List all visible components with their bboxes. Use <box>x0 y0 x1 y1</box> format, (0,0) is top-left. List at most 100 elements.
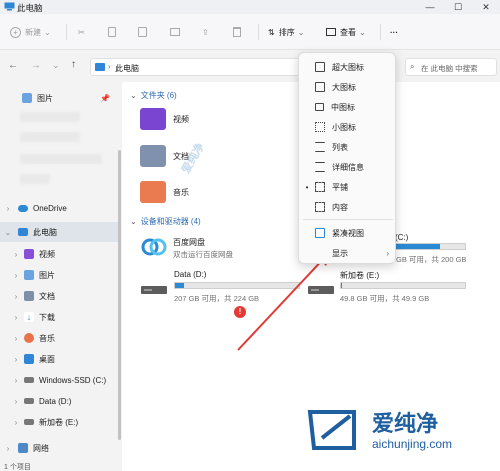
menu-item-tiles[interactable]: • 平铺 <box>299 177 397 197</box>
sidebar-item-onedrive[interactable]: › OneDrive <box>0 198 118 218</box>
devices-group-header[interactable]: ⌄ 设备和驱动器 (4) <box>130 216 201 227</box>
share-icon: ⇪ <box>202 27 209 37</box>
chevron-down-icon: ⌄ <box>4 227 12 237</box>
paste-icon <box>138 27 147 37</box>
minimize-button[interactable]: — <box>416 0 444 14</box>
window-icon <box>315 103 324 111</box>
new-button[interactable]: + 新建 ⌄ <box>10 20 51 44</box>
d-drive-usage-fill <box>175 283 185 288</box>
sidebar-item-label: Data (D:) <box>39 396 72 406</box>
tiles-icon <box>315 182 325 192</box>
view-menu: 超大图标 大图标 中图标 小图标 列表 详细信息 • 平铺 内容 紧凑视图 显示… <box>298 52 396 264</box>
address-bar[interactable]: › 此电脑 <box>90 58 300 76</box>
d-drive-icon[interactable] <box>140 283 168 297</box>
folder-label: 视频 <box>173 114 189 124</box>
e-drive-usage-bar <box>340 282 466 289</box>
menu-item-extra-large-icons[interactable]: 超大图标 <box>299 57 397 77</box>
menu-item-small-icons[interactable]: 小图标 <box>299 117 397 137</box>
menu-item-large-icons[interactable]: 大图标 <box>299 77 397 97</box>
share-button[interactable]: ⇪ <box>202 20 209 44</box>
folders-group-header[interactable]: ⌄ 文件夹 (6) <box>130 90 177 101</box>
chevron-right-icon: › <box>14 270 18 280</box>
sidebar-scrollbar[interactable] <box>118 150 121 440</box>
baidu-name[interactable]: 百度网盘 <box>173 237 205 248</box>
back-arrow-icon[interactable]: ← <box>8 60 18 71</box>
folder-music[interactable]: 音乐 <box>140 181 189 203</box>
download-icon: ↓ <box>24 312 34 322</box>
watermark-logo: 爱纯净 aichunjing.com <box>300 400 500 460</box>
d-drive-name[interactable]: Data (D:) <box>174 270 206 279</box>
sidebar-item-label: 网络 <box>33 443 49 453</box>
chevron-right-icon: › <box>14 417 18 427</box>
folder-videos[interactable]: 视频 <box>140 108 189 130</box>
copy-button[interactable] <box>108 20 116 44</box>
chevron-down-icon: ⌄ <box>44 27 51 37</box>
cut-button[interactable]: ✂ <box>78 20 85 44</box>
document-folder-icon <box>140 145 166 167</box>
drive-icon <box>24 398 34 404</box>
chevron-right-icon: › <box>14 396 18 406</box>
blurred-item <box>20 174 50 184</box>
sidebar-item-network[interactable]: › 网络 <box>0 438 118 458</box>
chevron-right-icon: › <box>386 248 389 258</box>
sidebar-item-e-drive[interactable]: › 新加卷 (E:) <box>0 412 118 432</box>
drive-icon <box>24 419 34 425</box>
menu-item-details[interactable]: 详细信息 <box>299 157 397 177</box>
chevron-right-icon: › <box>14 291 18 301</box>
scissors-icon: ✂ <box>78 27 85 37</box>
close-button[interactable]: ✕ <box>472 0 500 14</box>
new-label: 新建 <box>25 27 41 37</box>
chevron-down-icon: ⌄ <box>130 91 137 100</box>
blurred-item <box>20 112 80 122</box>
menu-item-label: 中图标 <box>331 102 355 112</box>
maximize-button[interactable]: ☐ <box>444 0 472 14</box>
status-text: 1 个项目 <box>4 464 31 471</box>
e-drive-name[interactable]: 新加卷 (E:) <box>340 270 379 281</box>
sidebar-item-pictures-pinned[interactable]: 图片 📌 <box>0 88 118 108</box>
content-icon <box>315 202 325 212</box>
menu-item-label: 平铺 <box>332 182 348 192</box>
menu-item-medium-icons[interactable]: 中图标 <box>299 97 397 117</box>
video-folder-icon <box>140 108 166 130</box>
menu-item-list[interactable]: 列表 <box>299 137 397 157</box>
chevron-down-icon[interactable]: ⌄ <box>52 60 60 71</box>
view-button[interactable]: 查看 ⌄ <box>326 20 366 44</box>
sidebar-item-downloads[interactable]: › ↓ 下载 <box>0 307 118 327</box>
sidebar-item-pictures[interactable]: › 图片 <box>0 265 118 285</box>
forward-arrow-icon[interactable]: → <box>31 60 41 71</box>
baidu-netdisk-icon[interactable] <box>140 234 168 260</box>
image-icon <box>24 270 34 280</box>
rename-button[interactable] <box>170 20 180 44</box>
sidebar-item-label: 视频 <box>39 249 55 259</box>
search-placeholder: 在 此电脑 中搜索 <box>421 64 478 73</box>
command-bar: + 新建 ⌄ ✂ ⇪ ⇅ 排序 ⌄ 查看 ⌄ ··· <box>0 14 500 50</box>
paste-button[interactable] <box>138 20 147 44</box>
more-button[interactable]: ··· <box>390 20 398 44</box>
menu-item-compact-view[interactable]: 紧凑视图 <box>299 223 397 243</box>
view-icon <box>326 28 336 36</box>
chevron-right-icon: › <box>14 312 18 322</box>
search-input[interactable]: ⌕ 在 此电脑 中搜索 <box>405 58 497 76</box>
sidebar-item-music[interactable]: › 音乐 <box>0 328 118 348</box>
sidebar-item-videos[interactable]: › 视频 <box>0 244 118 264</box>
delete-button[interactable] <box>233 20 241 44</box>
up-arrow-icon[interactable]: ↑ <box>71 59 76 70</box>
plus-icon: + <box>10 26 21 38</box>
sidebar-item-this-pc[interactable]: ⌄ 此电脑 <box>0 222 118 242</box>
details-icon <box>315 162 325 172</box>
sidebar-item-label: 图片 <box>37 93 53 103</box>
menu-item-label: 大图标 <box>332 82 356 92</box>
sidebar-item-d-drive[interactable]: › Data (D:) <box>0 391 118 411</box>
menu-item-show[interactable]: 显示 › <box>299 243 397 263</box>
group-title: 文件夹 (6) <box>140 91 177 100</box>
monitor-icon <box>315 62 325 72</box>
sidebar-item-desktop[interactable]: › 桌面 <box>0 349 118 369</box>
menu-item-content[interactable]: 内容 <box>299 197 397 217</box>
sidebar-item-c-drive[interactable]: › Windows-SSD (C:) <box>0 370 118 390</box>
sort-button[interactable]: ⇅ 排序 ⌄ <box>268 20 304 44</box>
chevron-right-icon: › <box>14 249 18 259</box>
sidebar-item-documents[interactable]: › 文档 <box>0 286 118 306</box>
breadcrumb[interactable]: 此电脑 <box>115 63 139 74</box>
e-drive-space: 49.8 GB 可用，共 49.9 GB <box>340 294 430 303</box>
e-drive-usage-fill <box>341 283 343 288</box>
